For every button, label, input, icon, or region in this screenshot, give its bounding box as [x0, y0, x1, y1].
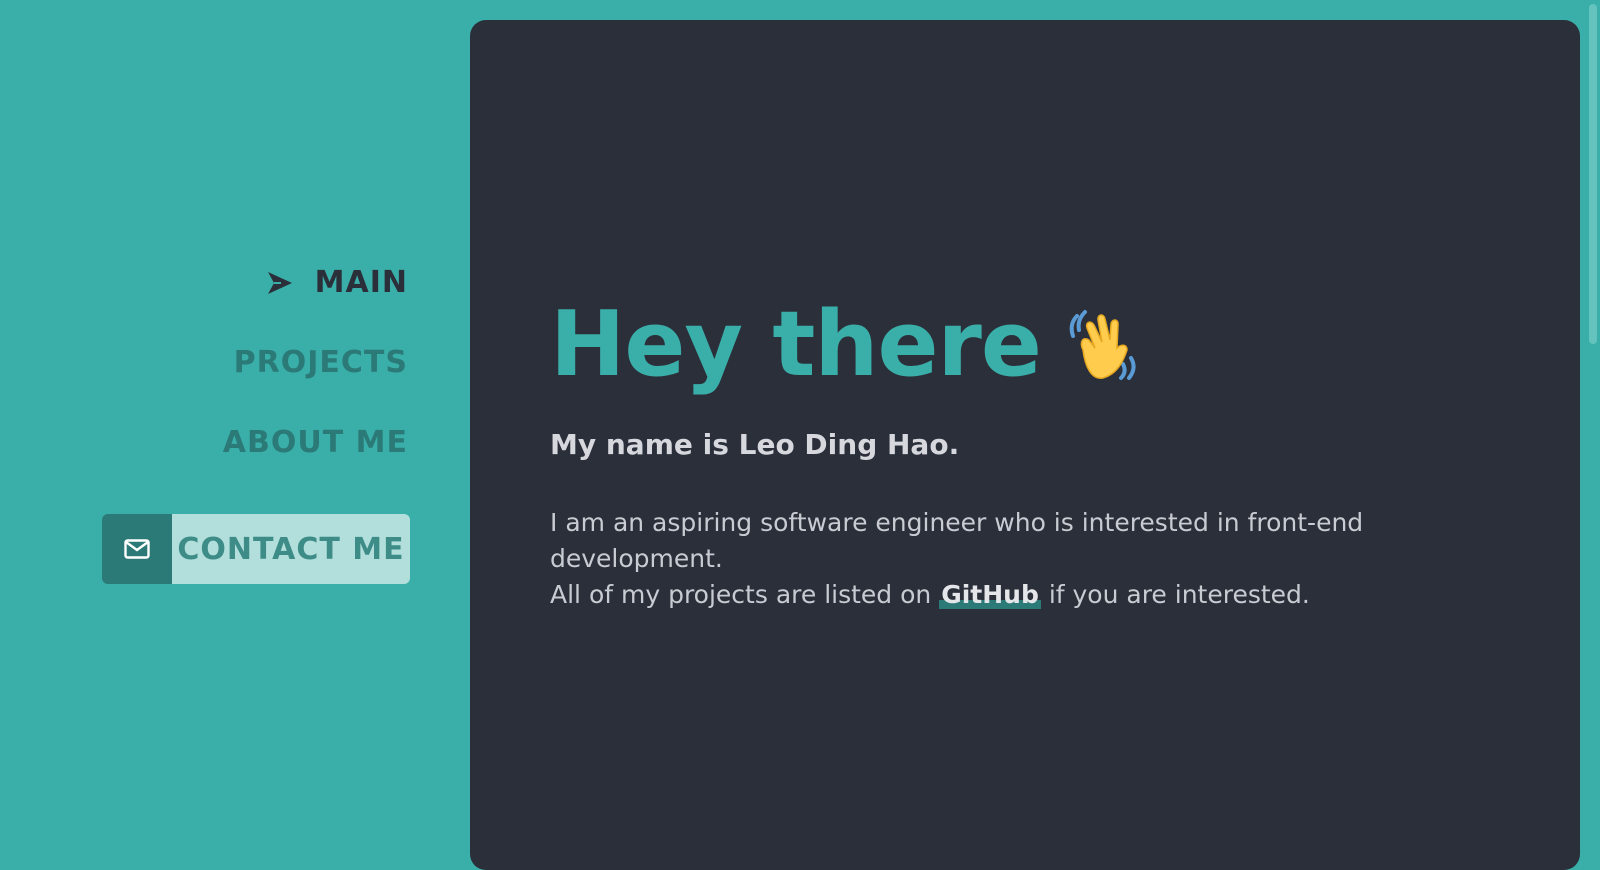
main-card: Hey there My name is Leo Ding Hao. I am … — [470, 20, 1580, 870]
scrollbar-thumb[interactable] — [1589, 4, 1597, 344]
hero-description: I am an aspiring software engineer who i… — [550, 505, 1450, 613]
mail-icon — [102, 514, 172, 584]
contact-me-label: CONTACT ME — [172, 514, 410, 584]
github-link[interactable]: GitHub — [939, 580, 1041, 609]
nav-item-label: MAIN — [314, 264, 408, 300]
nav-item-main[interactable]: MAIN — [223, 262, 408, 302]
hero-title-text: Hey there — [550, 292, 1042, 397]
waving-hand-icon — [1065, 306, 1143, 384]
send-arrow-icon — [267, 269, 293, 295]
description-line-2-before: All of my projects are listed on — [550, 580, 932, 609]
page-scrollbar[interactable] — [1580, 0, 1600, 838]
description-line-2-after: if you are interested. — [1048, 580, 1310, 609]
main-nav: MAIN PROJECTS ABOUT ME — [223, 262, 408, 502]
contact-me-button[interactable]: CONTACT ME — [102, 514, 410, 584]
nav-item-label: ABOUT ME — [222, 424, 408, 460]
nav-item-label: PROJECTS — [233, 344, 408, 380]
sidebar: MAIN PROJECTS ABOUT ME CONTACT ME — [0, 0, 470, 838]
nav-item-about-me[interactable]: ABOUT ME — [223, 422, 408, 462]
hero-section: Hey there My name is Leo Ding Hao. I am … — [550, 300, 1450, 613]
hero-title: Hey there — [550, 300, 1450, 390]
description-line-1: I am an aspiring software engineer who i… — [550, 508, 1364, 573]
hero-subtitle: My name is Leo Ding Hao. — [550, 428, 960, 461]
nav-item-projects[interactable]: PROJECTS — [223, 342, 408, 382]
